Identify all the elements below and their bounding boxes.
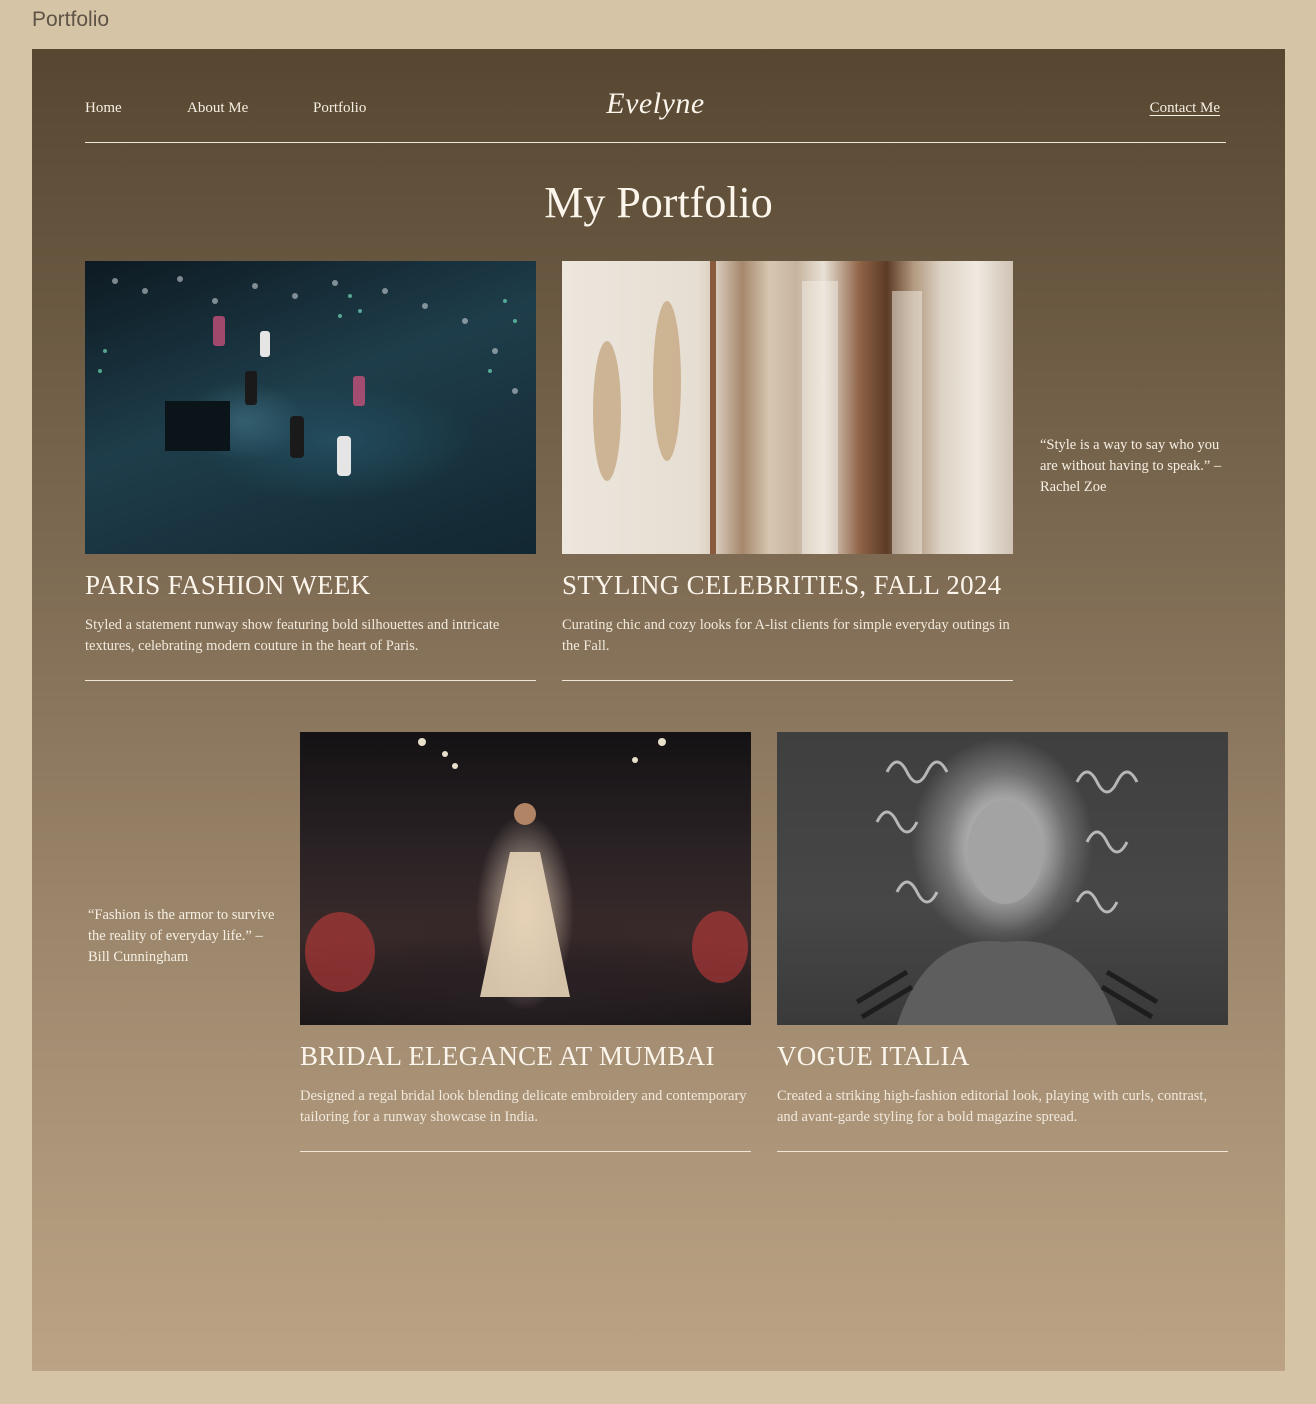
- project-image-bridal-runway[interactable]: [300, 732, 751, 1025]
- project-description: Created a striking high-fashion editoria…: [777, 1086, 1228, 1152]
- project-card-bridal[interactable]: BRIDAL ELEGANCE AT MUMBAI Designed a reg…: [300, 732, 751, 1152]
- frame-label: Portfolio: [32, 8, 110, 31]
- project-image-clothing-rack[interactable]: [562, 261, 1013, 554]
- project-card-styling-celebrities[interactable]: STYLING CELEBRITIES, FALL 2024 Curating …: [562, 261, 1013, 681]
- page-title: My Portfolio: [544, 178, 773, 227]
- project-image-editorial-portrait[interactable]: [777, 732, 1228, 1025]
- quote-rachel-zoe: “Style is a way to say who you are witho…: [1040, 437, 1222, 495]
- portfolio-page: Home About Me Portfolio Evelyne Contact …: [32, 49, 1285, 1371]
- project-title: BRIDAL ELEGANCE AT MUMBAI: [300, 1041, 715, 1071]
- top-navigation: Home About Me Portfolio Evelyne Contact …: [85, 49, 1226, 143]
- project-description: Styled a statement runway show featuring…: [85, 615, 536, 681]
- project-image-paris-runway[interactable]: [85, 261, 536, 554]
- nav-link-contact-me[interactable]: Contact Me: [1150, 99, 1220, 117]
- project-title: PARIS FASHION WEEK: [85, 570, 371, 600]
- project-title: VOGUE ITALIA: [777, 1041, 970, 1071]
- brand-logo[interactable]: Evelyne: [85, 87, 1226, 121]
- project-card-paris[interactable]: PARIS FASHION WEEK Styled a statement ru…: [85, 261, 536, 681]
- project-description: Curating chic and cozy looks for A-list …: [562, 615, 1013, 681]
- project-description: Designed a regal bridal look blending de…: [300, 1086, 751, 1152]
- quote-bill-cunningham: “Fashion is the armor to survive the rea…: [88, 907, 275, 965]
- project-title: STYLING CELEBRITIES, FALL 2024: [562, 570, 1002, 600]
- project-card-vogue-italia[interactable]: VOGUE ITALIA Created a striking high-fas…: [777, 732, 1228, 1152]
